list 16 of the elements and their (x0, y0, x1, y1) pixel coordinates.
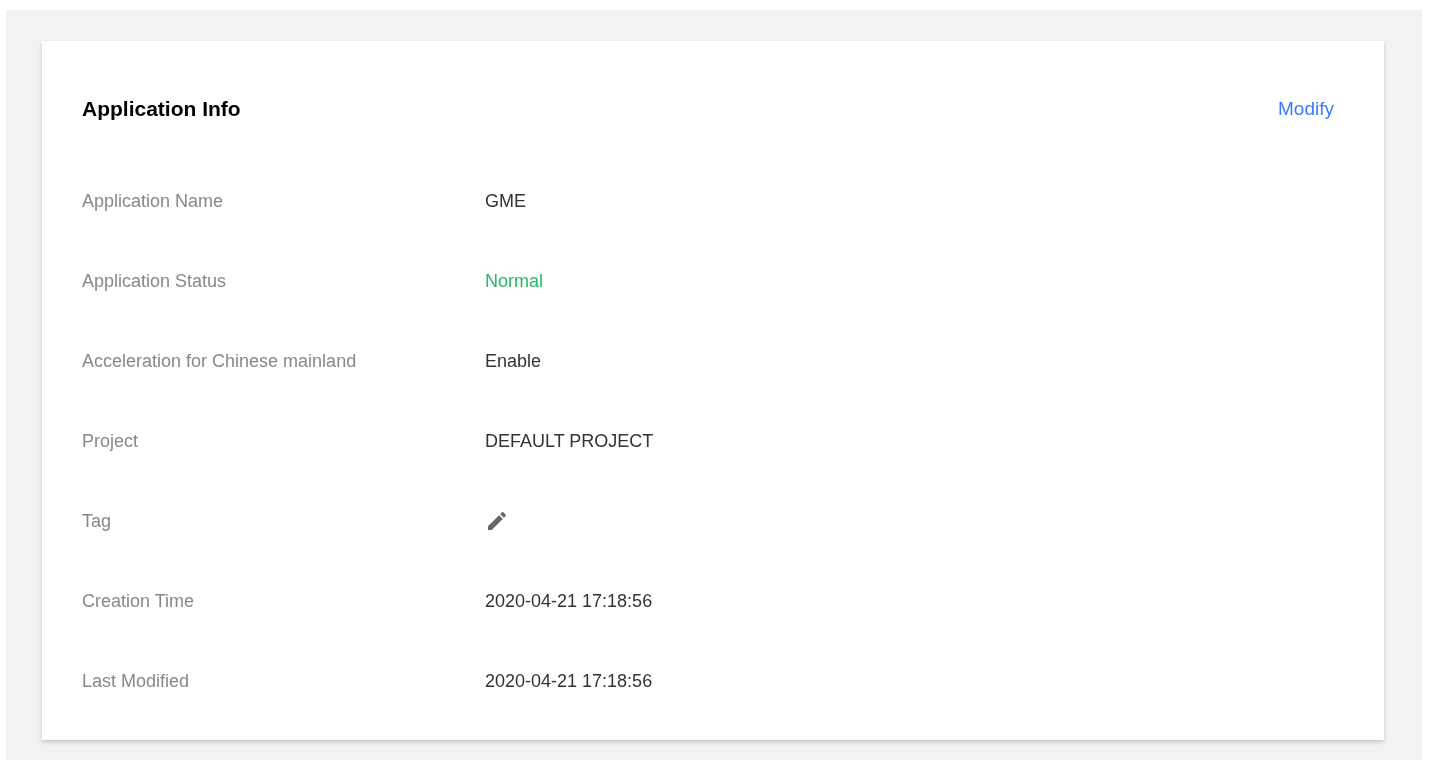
field-label: Acceleration for Chinese mainland (82, 349, 358, 373)
modify-link[interactable]: Modify (1278, 94, 1334, 124)
pencil-icon[interactable] (485, 509, 509, 533)
field-value: 2020-04-21 17:18:56 (485, 589, 653, 613)
field-value: Enable (485, 349, 542, 373)
card-title: Application Info (82, 96, 241, 123)
field-label: Creation Time (82, 589, 196, 613)
field-value: 2020-04-21 17:18:56 (485, 669, 653, 693)
field-label: Project (82, 429, 140, 453)
field-label: Application Status (82, 269, 228, 293)
status-text: Normal (485, 269, 543, 293)
field-label: Last Modified (82, 669, 191, 693)
field-value: GME (485, 189, 526, 213)
field-label: Application Name (82, 189, 225, 213)
field-label: Tag (82, 509, 113, 533)
field-value: DEFAULT PROJECT (485, 429, 654, 453)
